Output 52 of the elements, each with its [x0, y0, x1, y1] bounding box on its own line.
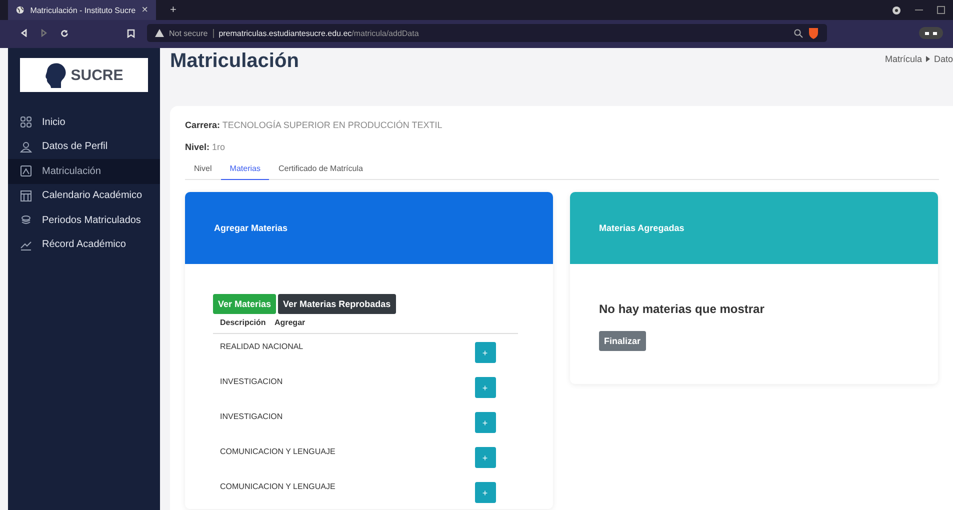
address-bar[interactable]: Not secure prematriculas.estudiantesucre.edu.ec/matricula/addData: [147, 24, 827, 42]
filter-button[interactable]: Ver Materias Reprobadas: [278, 294, 396, 314]
menu-item-icon: [20, 190, 32, 202]
sidebar-item[interactable]: Periodos Matriculados: [8, 208, 160, 232]
finish-button[interactable]: Finalizar: [599, 331, 646, 351]
logo: SUCRE: [20, 58, 148, 92]
sidebar-item[interactable]: Matriculación: [8, 159, 160, 184]
subject-name: INVESTIGACION: [220, 412, 284, 421]
page-title: Matriculación: [170, 50, 299, 73]
menu-item-icon: [20, 165, 32, 178]
subject-name: REALIDAD NACIONAL: [220, 342, 304, 351]
empty-message: No hay materias que mostrar: [599, 302, 766, 316]
record-icon[interactable]: [892, 6, 901, 14]
url-text: prematriculas.estudiantesucre.edu.ec/matricula/addData: [218, 28, 419, 38]
bookmark-icon[interactable]: [127, 28, 135, 38]
menu-item-icon: [20, 238, 32, 251]
tab[interactable]: Certificado de Matrícula: [269, 164, 372, 180]
panel-title: Materias Agregadas: [599, 223, 684, 233]
menu-item-icon: [20, 116, 32, 128]
security-label: Not secure: [169, 28, 214, 38]
browser-tab[interactable]: Matriculación - Instituto Sucre ×: [8, 0, 156, 20]
maximize-icon[interactable]: [937, 6, 945, 14]
close-tab-button[interactable]: ×: [142, 4, 148, 16]
zoom-icon[interactable]: [794, 28, 803, 38]
reload-icon[interactable]: [60, 28, 69, 38]
new-tab-button[interactable]: +: [170, 4, 176, 16]
column-header: Descripción: [220, 318, 266, 327]
panel-title: Agregar Materias: [214, 223, 288, 233]
subject-name: COMUNICACION Y LENGUAJE: [220, 482, 336, 491]
tab-title: Matriculación - Instituto Sucre: [30, 6, 136, 14]
back-icon[interactable]: [20, 29, 28, 37]
shield-icon[interactable]: [808, 27, 819, 39]
warning-icon: [155, 29, 164, 37]
sidebar-item[interactable]: Datos de Perfil: [8, 134, 160, 159]
menu-item-icon: [20, 140, 32, 153]
globe-icon: [16, 5, 24, 15]
menu-item-icon: [20, 214, 32, 226]
subject-name: INVESTIGACION: [220, 377, 284, 386]
forward-icon[interactable]: [40, 29, 48, 37]
glasses-icon[interactable]: [919, 27, 943, 39]
sidebar-item[interactable]: Inicio: [8, 110, 160, 134]
subject-name: COMUNICACION Y LENGUAJE: [220, 447, 336, 456]
breadcrumb-link[interactable]: Matrícula: [884, 54, 922, 64]
level-text: Nivel: 1ro: [185, 142, 226, 152]
caret-icon: [926, 56, 930, 62]
tab[interactable]: Materias: [220, 164, 270, 180]
tab[interactable]: Nivel: [185, 164, 221, 180]
column-header: Agregar: [273, 318, 306, 327]
breadcrumb-link[interactable]: Dato: [934, 54, 953, 64]
sidebar-item[interactable]: Calendario Académico: [8, 184, 160, 208]
sidebar-item[interactable]: Récord Académico: [8, 232, 160, 257]
career-text: Carrera: TECNOLOGÍA SUPERIOR EN PRODUCCIÓN TEXTIL: [185, 120, 444, 130]
